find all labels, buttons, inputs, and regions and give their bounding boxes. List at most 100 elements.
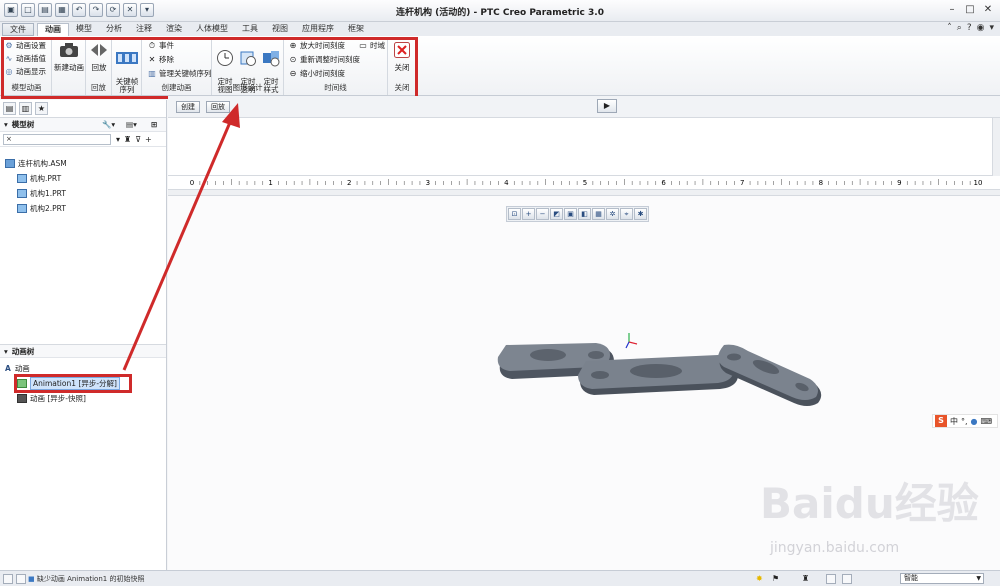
repaint-icon[interactable]: ◩ bbox=[550, 208, 563, 220]
ruler-label: 3 bbox=[426, 179, 430, 187]
timeline-ruler[interactable]: 0 1 2 3 4 5 6 7 8 9 10 bbox=[168, 176, 1000, 189]
baidu-watermark-url: jingyan.baidu.com bbox=[770, 540, 900, 556]
playback-mode-button[interactable]: 回放 bbox=[206, 101, 230, 113]
tab-file[interactable]: 文件 bbox=[2, 23, 34, 36]
tab-animation[interactable]: 动画 bbox=[37, 23, 69, 36]
browser-toggle-icon[interactable] bbox=[16, 574, 26, 584]
community-icon[interactable]: ◉ bbox=[977, 23, 985, 33]
tree-show-icon[interactable]: ▤▾ bbox=[126, 120, 137, 129]
ime-language[interactable]: 中 bbox=[950, 416, 958, 427]
search-dropdown-icon[interactable]: ▾ bbox=[116, 135, 120, 144]
tree-search-input[interactable]: × bbox=[3, 133, 111, 145]
left-navigator-panel: ▤ ▥ ★ ▾ 模型树 🔧▾ ▤▾ ⊞ × ▾ ♜ ⊽ + 连杆机构.ASM 机… bbox=[0, 100, 167, 570]
options-icon[interactable]: ▾ bbox=[989, 23, 994, 33]
timeline-horizontal-scrollbar[interactable] bbox=[168, 189, 1000, 196]
model-tree-tab-icon[interactable]: ▤ bbox=[3, 102, 16, 115]
add-icon[interactable]: + bbox=[145, 135, 152, 144]
ruler-label: 10 bbox=[974, 179, 983, 187]
search-icon[interactable]: ⌕ bbox=[957, 23, 962, 33]
title-bar: ▣ □ ▤ ▦ ↶ ↷ ⟳ ✕ ▾ 连杆机构 (活动的) - PTC Creo … bbox=[0, 0, 1000, 22]
create-mode-button[interactable]: 创建 bbox=[176, 101, 200, 113]
datum-display-icon[interactable]: ✲ bbox=[606, 208, 619, 220]
play-button[interactable]: ▶ bbox=[597, 99, 617, 113]
tab-applications[interactable]: 应用程序 bbox=[295, 23, 341, 36]
annotation-display-icon[interactable]: ⌖ bbox=[620, 208, 633, 220]
saved-orientations-icon[interactable]: ▣ bbox=[564, 208, 577, 220]
ruler-label: 0 bbox=[190, 179, 194, 187]
graphics-toolbar: ⊡ + − ◩ ▣ ◧ ▦ ✲ ⌖ ✱ bbox=[506, 206, 649, 222]
favorites-tab-icon[interactable]: ★ bbox=[35, 102, 48, 115]
find-icon[interactable]: ♜ bbox=[124, 135, 131, 144]
ime-punct-icon[interactable]: °, bbox=[961, 417, 968, 426]
minimize-icon[interactable]: – bbox=[944, 2, 960, 17]
selection-filter-select[interactable]: 智能 bbox=[900, 573, 984, 584]
tree-item-part[interactable]: 机构.PRT bbox=[5, 171, 67, 186]
filter-icon[interactable]: ⊽ bbox=[135, 135, 141, 144]
close-icon[interactable]: ✕ bbox=[980, 2, 996, 17]
display-style-icon[interactable]: ◧ bbox=[578, 208, 591, 220]
help-icon[interactable]: ? bbox=[967, 23, 972, 33]
ime-mic-icon[interactable]: ● bbox=[971, 417, 978, 426]
status-message: ■ 缺少动画 Animation1 的初始快照 bbox=[28, 575, 145, 583]
tab-manikin[interactable]: 人体模型 bbox=[189, 23, 235, 36]
collapse-ribbon-icon[interactable]: ˄ bbox=[947, 23, 952, 33]
tab-tools[interactable]: 工具 bbox=[235, 23, 265, 36]
status-bar: ■ 缺少动画 Animation1 的初始快照 ✸ ⚑ ♜ 智能 bbox=[0, 570, 1000, 586]
tree-item-snapshot-animation[interactable]: 动画 [异步-快照] bbox=[5, 391, 120, 406]
zoom-out-icon[interactable]: − bbox=[536, 208, 549, 220]
tree-item-part[interactable]: 机构2.PRT bbox=[5, 201, 67, 216]
assembly-icon bbox=[5, 159, 15, 168]
tree-settings-icon[interactable]: 🔧▾ bbox=[102, 120, 115, 129]
sogou-logo-icon: S bbox=[935, 415, 947, 427]
annotation-highlight-ribbon bbox=[1, 37, 418, 99]
linkage-3d-model[interactable] bbox=[488, 321, 838, 421]
model-tree: 连杆机构.ASM 机构.PRT 机构1.PRT 机构2.PRT bbox=[5, 156, 67, 216]
ribbon-tab-bar: 文件 动画 模型 分析 注释 渲染 人体模型 工具 视图 应用程序 框架 ˄ ⌕… bbox=[0, 22, 1000, 36]
ruler-label: 7 bbox=[740, 179, 744, 187]
ime-toolbar[interactable]: S 中 °, ● ⌨ bbox=[932, 414, 998, 428]
window-title: 连杆机构 (活动的) - PTC Creo Parametric 3.0 bbox=[396, 8, 604, 18]
part-icon bbox=[17, 174, 27, 183]
collapse-arrow-icon: ▾ bbox=[4, 346, 8, 356]
tab-bar-right-tools: ˄ ⌕ ? ◉ ▾ bbox=[947, 23, 994, 33]
model-tree-header[interactable]: ▾ 模型树 🔧▾ ▤▾ ⊞ bbox=[0, 118, 166, 132]
ruler-ticks: 0 1 2 3 4 5 6 7 8 9 10 bbox=[190, 179, 983, 187]
part-icon bbox=[17, 189, 27, 198]
ruler-label: 8 bbox=[819, 179, 823, 187]
baidu-watermark: Baidu经验 bbox=[760, 479, 979, 528]
ruler-label: 6 bbox=[661, 179, 666, 187]
tab-framework[interactable]: 框架 bbox=[341, 23, 371, 36]
tab-render[interactable]: 渲染 bbox=[159, 23, 189, 36]
view-manager-icon[interactable]: ▦ bbox=[592, 208, 605, 220]
snapshot-camera-icon bbox=[17, 394, 27, 403]
flag-icon[interactable]: ⚑ bbox=[772, 574, 782, 584]
find-status-icon[interactable]: ♜ bbox=[802, 574, 812, 584]
selection-filter-icon[interactable] bbox=[826, 574, 836, 584]
tree-item-part[interactable]: 机构1.PRT bbox=[5, 186, 67, 201]
refit-icon[interactable]: ⊡ bbox=[508, 208, 521, 220]
tree-search-row: × ▾ ♜ ⊽ + bbox=[0, 132, 166, 147]
spin-center-icon[interactable]: ✱ bbox=[634, 208, 647, 220]
tab-view[interactable]: 视图 bbox=[265, 23, 295, 36]
coordinate-triad-icon bbox=[625, 333, 638, 349]
navigator-toggle-icon[interactable] bbox=[3, 574, 13, 584]
maximize-icon[interactable]: □ bbox=[962, 2, 978, 17]
ruler-label: 5 bbox=[583, 179, 587, 187]
tree-columns-icon[interactable]: ⊞ bbox=[151, 120, 157, 129]
timeline-track-area[interactable] bbox=[168, 118, 1000, 176]
animation-tree-header[interactable]: ▾ 动画树 bbox=[0, 344, 166, 358]
ime-keyboard-icon[interactable]: ⌨ bbox=[981, 417, 993, 426]
zoom-in-icon[interactable]: + bbox=[522, 208, 535, 220]
tab-analysis[interactable]: 分析 bbox=[99, 23, 129, 36]
folder-browser-tab-icon[interactable]: ▥ bbox=[19, 102, 32, 115]
tree-item-assembly[interactable]: 连杆机构.ASM bbox=[5, 156, 67, 171]
timeline-vertical-scrollbar[interactable] bbox=[992, 118, 1000, 176]
tab-annotate[interactable]: 注释 bbox=[129, 23, 159, 36]
tab-model[interactable]: 模型 bbox=[69, 23, 99, 36]
info-icon: ■ bbox=[28, 575, 35, 583]
annotation-highlight-animation1 bbox=[14, 374, 132, 393]
ruler-label: 9 bbox=[897, 179, 901, 187]
selection-buffer-icon[interactable] bbox=[842, 574, 852, 584]
light-bulb-icon[interactable]: ✸ bbox=[756, 574, 766, 584]
collapse-arrow-icon: ▾ bbox=[4, 120, 8, 129]
